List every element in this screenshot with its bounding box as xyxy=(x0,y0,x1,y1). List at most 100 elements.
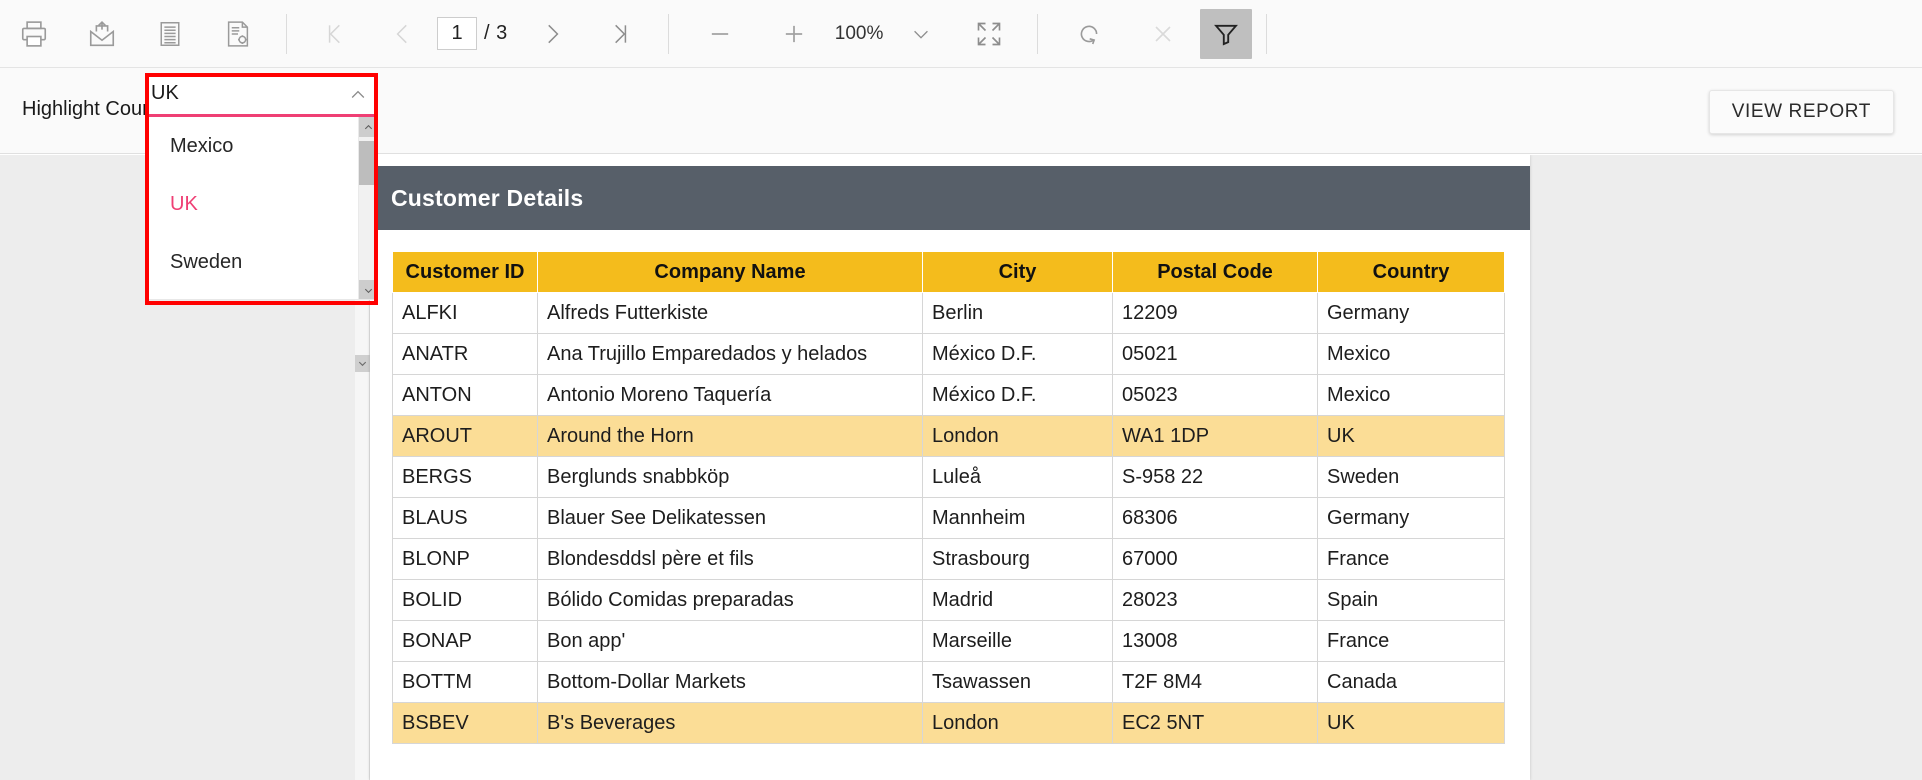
cell-postal-code: S-958 22 xyxy=(1112,456,1318,498)
zoom-in-button[interactable] xyxy=(757,6,831,62)
table-row: BLAUS Blauer See Delikatessen Mannheim 6830… xyxy=(392,497,1505,539)
column-header-company-name: Company Name xyxy=(537,251,923,293)
report-banner: Customer Details xyxy=(370,166,1530,230)
combo-scroll-up-button[interactable] xyxy=(359,117,377,137)
scroll-down-button[interactable] xyxy=(355,355,370,372)
print-button[interactable] xyxy=(0,6,68,62)
cell-customer-id: BOTTM xyxy=(392,661,538,703)
toolbar-divider-2 xyxy=(667,13,669,54)
zoom-out-button[interactable] xyxy=(683,6,757,62)
cell-country: UK xyxy=(1317,415,1505,457)
column-header-customer-id: Customer ID xyxy=(392,251,538,293)
report-page: Customer Details Customer ID Company Nam… xyxy=(370,155,1530,780)
cell-postal-code: 05021 xyxy=(1112,333,1318,375)
pagination-group: 1 / 3 xyxy=(301,0,654,68)
cell-postal-code: 12209 xyxy=(1112,292,1318,334)
highlight-country-combo[interactable]: UK Mexico UK Sweden xyxy=(145,73,378,300)
cell-country: Mexico xyxy=(1317,333,1505,375)
cell-company-name: Blondesddsl père et fils xyxy=(537,538,923,580)
combo-scrollbar[interactable] xyxy=(358,117,377,299)
cell-country: Germany xyxy=(1317,497,1505,539)
cell-country: Mexico xyxy=(1317,374,1505,416)
combo-header[interactable]: UK xyxy=(145,73,378,117)
cell-customer-id: BLONP xyxy=(392,538,538,580)
toolbar-file-group xyxy=(0,0,272,68)
parameters-filter-button[interactable] xyxy=(1200,8,1253,59)
refresh-button[interactable] xyxy=(1052,6,1126,62)
document-map-icon xyxy=(160,21,180,46)
stop-button[interactable] xyxy=(1126,6,1200,62)
first-page-button[interactable] xyxy=(301,6,369,62)
cell-customer-id: ANATR xyxy=(392,333,538,375)
page-total-label: / 3 xyxy=(484,22,508,44)
combo-scroll-down-button[interactable] xyxy=(359,280,377,299)
view-report-label: VIEW REPORT xyxy=(1731,101,1871,122)
cell-country: Spain xyxy=(1317,579,1505,621)
zoom-level-value: 100% xyxy=(834,22,884,44)
action-group xyxy=(1052,0,1253,68)
page-number-value: 1 xyxy=(451,22,463,44)
table-header-row: Customer ID Company Name City Postal Cod… xyxy=(392,251,1505,293)
cell-postal-code: 68306 xyxy=(1112,497,1318,539)
cell-city: Tsawassen xyxy=(922,661,1113,703)
cell-country: UK xyxy=(1317,702,1505,744)
page-setup-icon xyxy=(227,20,249,47)
page-setup-button[interactable] xyxy=(204,6,272,62)
fit-page-button[interactable] xyxy=(955,6,1023,62)
cell-country: France xyxy=(1317,620,1505,662)
cell-city: México D.F. xyxy=(922,333,1113,375)
cell-postal-code: 05023 xyxy=(1112,374,1318,416)
cell-customer-id: BONAP xyxy=(392,620,538,662)
toolbar-divider-3 xyxy=(1037,13,1039,54)
table-body: ALFKI Alfreds Futterkiste Berlin 12209 Germa… xyxy=(392,292,1505,744)
combo-option-uk[interactable]: UK xyxy=(146,175,377,233)
table-row: AROUT Around the Horn London WA1 1DP UK xyxy=(392,415,1505,457)
cell-company-name: Ana Trujillo Emparedados y helados xyxy=(537,333,923,375)
cell-postal-code: EC2 5NT xyxy=(1112,702,1318,744)
zoom-group: 100% xyxy=(683,0,1024,68)
report-title: Customer Details xyxy=(391,184,584,211)
chevron-up-icon xyxy=(364,124,373,129)
cell-postal-code: 13008 xyxy=(1112,620,1318,662)
cell-customer-id: BLAUS xyxy=(392,497,538,539)
last-page-button[interactable] xyxy=(586,6,654,62)
combo-toggle-button[interactable] xyxy=(348,85,368,105)
combo-selected-value: UK xyxy=(151,82,179,104)
combo-option-mexico[interactable]: Mexico xyxy=(146,117,377,175)
combo-scroll-thumb[interactable] xyxy=(359,141,377,185)
cell-city: Madrid xyxy=(922,579,1113,621)
cell-postal-code: WA1 1DP xyxy=(1112,415,1318,457)
cell-customer-id: ANTON xyxy=(392,374,538,416)
cell-company-name: B's Beverages xyxy=(537,702,923,744)
first-page-icon xyxy=(328,24,340,43)
export-button[interactable] xyxy=(68,6,136,62)
document-map-button[interactable] xyxy=(136,6,204,62)
table-row: BERGS Berglunds snabbköp Luleå S-958 22 Swed… xyxy=(392,456,1505,498)
customer-table: Customer ID Company Name City Postal Cod… xyxy=(392,251,1505,744)
cell-company-name: Berglunds snabbköp xyxy=(537,456,923,498)
combo-options-list[interactable]: Mexico UK Sweden xyxy=(145,117,378,300)
combo-option-sweden[interactable]: Sweden xyxy=(146,233,377,291)
zoom-dropdown-button[interactable] xyxy=(887,6,955,62)
page-number-input[interactable]: 1 xyxy=(437,17,477,50)
cell-city: México D.F. xyxy=(922,374,1113,416)
cell-customer-id: AROUT xyxy=(392,415,538,457)
column-header-country: Country xyxy=(1317,251,1505,293)
view-report-button[interactable]: VIEW REPORT xyxy=(1708,90,1894,134)
cell-company-name: Around the Horn xyxy=(537,415,923,457)
chevron-left-icon xyxy=(396,24,407,43)
next-page-button[interactable] xyxy=(518,6,586,62)
chevron-up-icon xyxy=(351,90,365,98)
cell-company-name: Blauer See Delikatessen xyxy=(537,497,923,539)
column-header-postal-code: Postal Code xyxy=(1112,251,1318,293)
toolbar-divider-4 xyxy=(1266,13,1268,54)
print-icon xyxy=(21,20,47,47)
cell-customer-id: ALFKI xyxy=(392,292,538,334)
prev-page-button[interactable] xyxy=(369,6,437,62)
cell-company-name: Alfreds Futterkiste xyxy=(537,292,923,334)
last-page-icon xyxy=(614,24,626,43)
cell-city: Strasbourg xyxy=(922,538,1113,580)
export-icon xyxy=(89,20,115,46)
cell-postal-code: T2F 8M4 xyxy=(1112,661,1318,703)
cell-company-name: Antonio Moreno Taquería xyxy=(537,374,923,416)
